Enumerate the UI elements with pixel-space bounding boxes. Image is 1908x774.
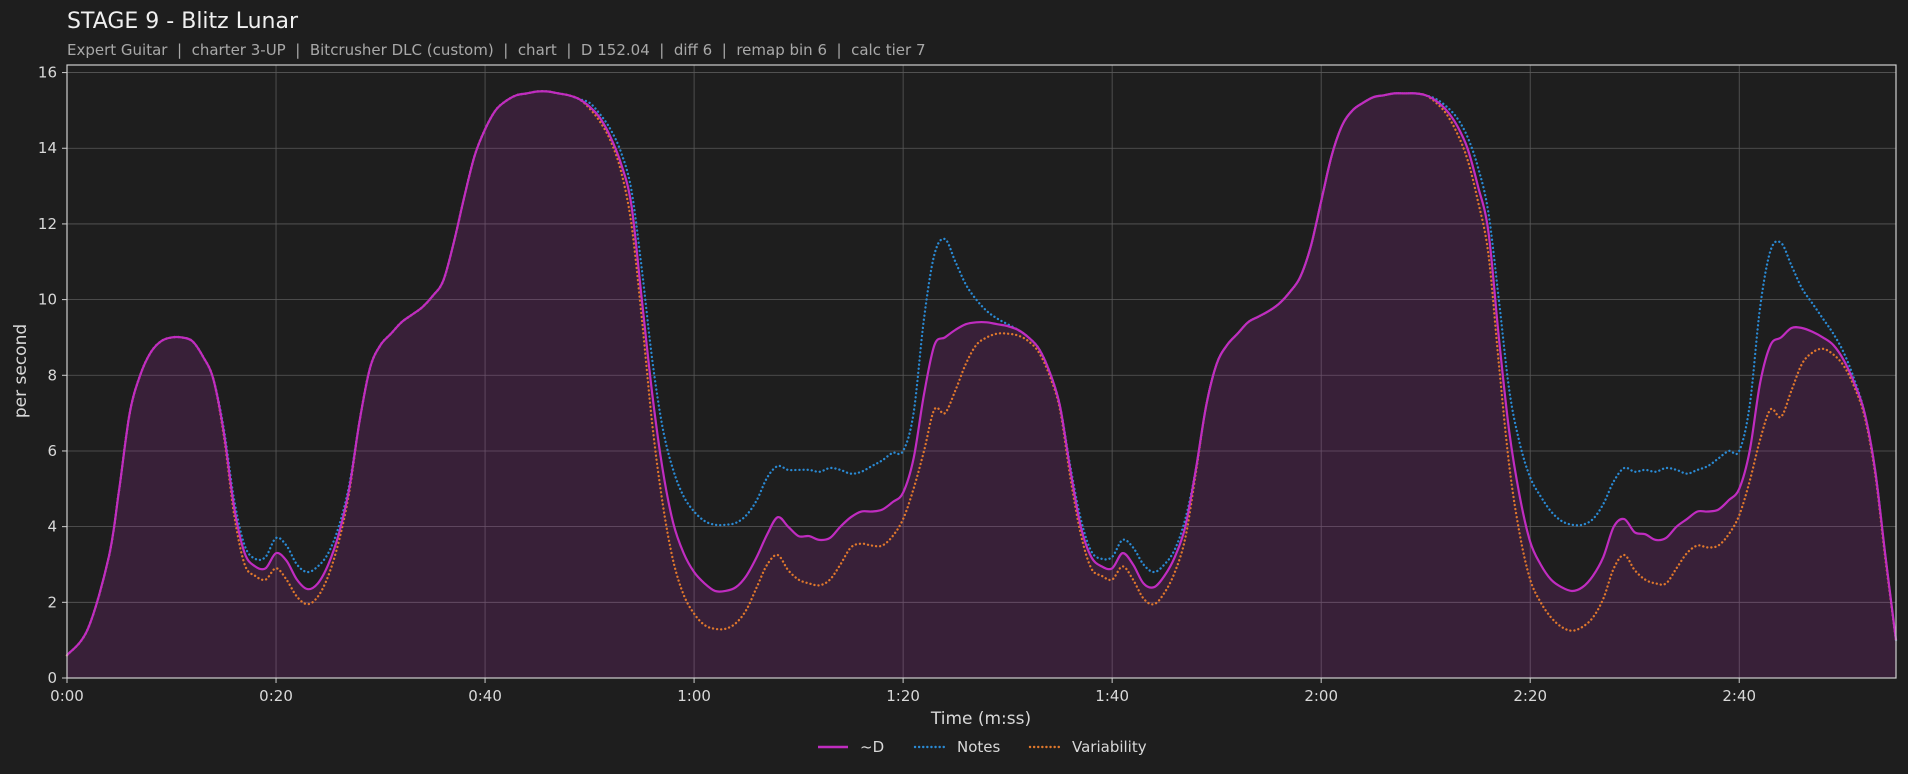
legend: ~D Notes Variability (818, 738, 1147, 756)
legend-label: Variability (1072, 738, 1147, 756)
y-tick-label: 4 (47, 518, 57, 536)
x-tick-label: 0:40 (468, 687, 502, 705)
x-tick-label: 2:20 (1513, 687, 1547, 705)
chart-subtitle: Expert Guitar | charter 3-UP | Bitcrushe… (67, 41, 926, 59)
x-tick-label: 0:00 (50, 687, 84, 705)
x-tick-label: 2:40 (1722, 687, 1756, 705)
x-tick-label: 2:00 (1304, 687, 1338, 705)
y-tick-label: 8 (47, 366, 57, 384)
chart: STAGE 9 - Blitz Lunar Expert Guitar | ch… (0, 0, 1908, 774)
y-tick-label: 10 (38, 291, 57, 309)
y-tick-label: 6 (47, 442, 57, 460)
y-axis-title: per second (11, 324, 31, 418)
y-tick-label: 0 (47, 669, 57, 687)
x-tick-label: 1:40 (1095, 687, 1129, 705)
y-tick-label: 14 (38, 139, 57, 157)
y-tick-label: 2 (47, 593, 57, 611)
legend-label: ~D (860, 738, 884, 756)
y-tick-label: 12 (38, 215, 57, 233)
x-tick-label: 0:20 (259, 687, 293, 705)
y-tick-label: 16 (38, 64, 57, 82)
chart-title: STAGE 9 - Blitz Lunar (67, 9, 299, 34)
x-tick-label: 1:00 (677, 687, 711, 705)
legend-label: Notes (957, 738, 1001, 756)
x-axis-title: Time (m:ss) (930, 709, 1031, 729)
x-tick-label: 1:20 (886, 687, 920, 705)
